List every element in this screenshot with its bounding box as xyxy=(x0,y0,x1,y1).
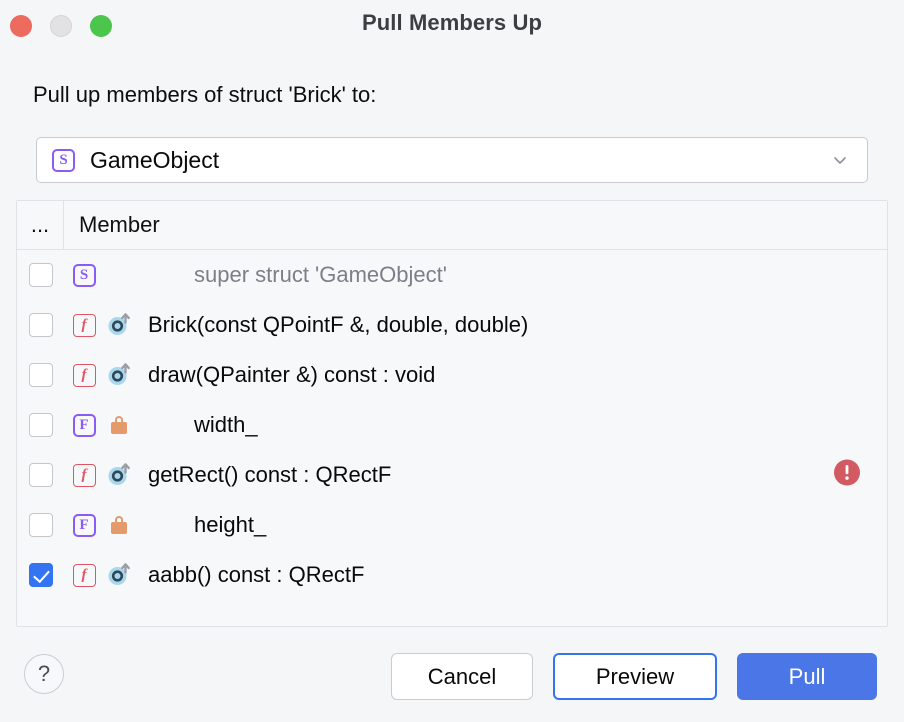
table-row[interactable]: f draw(QPainter &) const : void xyxy=(17,350,887,400)
member-label: draw(QPainter &) const : void xyxy=(148,362,436,387)
lock-icon xyxy=(102,516,146,534)
field-icon: F xyxy=(66,413,102,437)
member-label: getRect() const : QRectF xyxy=(148,462,392,487)
member-label: aabb() const : QRectF xyxy=(148,562,365,587)
function-icon: f xyxy=(66,313,102,337)
member-checkbox[interactable] xyxy=(28,363,53,387)
table-row[interactable]: Fheight_ xyxy=(17,500,887,550)
member-checkbox[interactable] xyxy=(28,313,53,337)
struct-icon: S xyxy=(52,148,75,172)
row-checkbox-cell xyxy=(17,263,64,287)
preview-button[interactable]: Preview xyxy=(553,653,717,700)
row-checkbox-cell xyxy=(17,463,64,487)
function-icon: f xyxy=(66,563,102,587)
cancel-button[interactable]: Cancel xyxy=(391,653,533,700)
table-row[interactable]: Fwidth_ xyxy=(17,400,887,450)
function-icon-glyph: f xyxy=(72,563,96,587)
table-body: Ssuper struct 'GameObject' f Brick(const Q… xyxy=(17,250,887,600)
member-checkbox[interactable] xyxy=(28,513,53,537)
public-overrides-icon xyxy=(102,362,146,388)
function-icon-glyph: f xyxy=(72,363,96,387)
title-bar: Pull Members Up xyxy=(0,0,904,52)
lock-icon xyxy=(102,416,146,434)
row-checkbox-cell xyxy=(17,513,64,537)
function-icon: f xyxy=(66,463,102,487)
field-icon-glyph: F xyxy=(72,413,96,437)
target-class-value: GameObject xyxy=(90,146,220,173)
row-checkbox-cell xyxy=(17,313,64,337)
table-header: ... Member xyxy=(17,201,887,250)
column-header-checkbox: ... xyxy=(17,201,64,249)
conflict-warning-icon[interactable] xyxy=(833,459,861,492)
member-checkbox[interactable] xyxy=(28,263,53,287)
public-overrides-icon xyxy=(102,562,146,588)
public-overrides-icon xyxy=(102,312,146,338)
table-row[interactable]: Ssuper struct 'GameObject' xyxy=(17,250,887,300)
member-label: width_ xyxy=(194,412,258,437)
function-icon-glyph: f xyxy=(72,463,96,487)
table-row[interactable]: f Brick(const QPointF &, double, double) xyxy=(17,300,887,350)
member-label: super struct 'GameObject' xyxy=(194,262,447,287)
window-title: Pull Members Up xyxy=(362,10,542,35)
help-button[interactable]: ? xyxy=(24,654,64,694)
struct-icon: S xyxy=(66,263,102,287)
column-header-member: Member xyxy=(79,212,160,237)
member-label: height_ xyxy=(194,512,267,537)
public-overrides-icon xyxy=(102,462,146,488)
pull-button[interactable]: Pull xyxy=(737,653,877,700)
function-icon-glyph: f xyxy=(72,313,96,337)
function-icon: f xyxy=(66,363,102,387)
member-label: Brick(const QPointF &, double, double) xyxy=(148,312,529,337)
target-class-combobox[interactable]: S GameObject xyxy=(36,137,868,183)
member-checkbox[interactable] xyxy=(28,563,53,587)
table-row[interactable]: f getRect() const : QRectF xyxy=(17,450,887,500)
table-row[interactable]: f aabb() const : QRectF xyxy=(17,550,887,600)
member-checkbox[interactable] xyxy=(28,413,53,437)
row-checkbox-cell xyxy=(17,413,64,437)
row-checkbox-cell xyxy=(17,563,64,587)
chevron-down-icon[interactable] xyxy=(831,151,849,169)
member-checkbox[interactable] xyxy=(28,463,53,487)
members-table: ... Member Ssuper struct 'GameObject' f Br… xyxy=(16,200,888,627)
field-icon: F xyxy=(66,513,102,537)
struct-icon-glyph: S xyxy=(72,263,96,287)
row-checkbox-cell xyxy=(17,363,64,387)
field-icon-glyph: F xyxy=(72,513,96,537)
prompt-label: Pull up members of struct 'Brick' to: xyxy=(33,82,377,107)
